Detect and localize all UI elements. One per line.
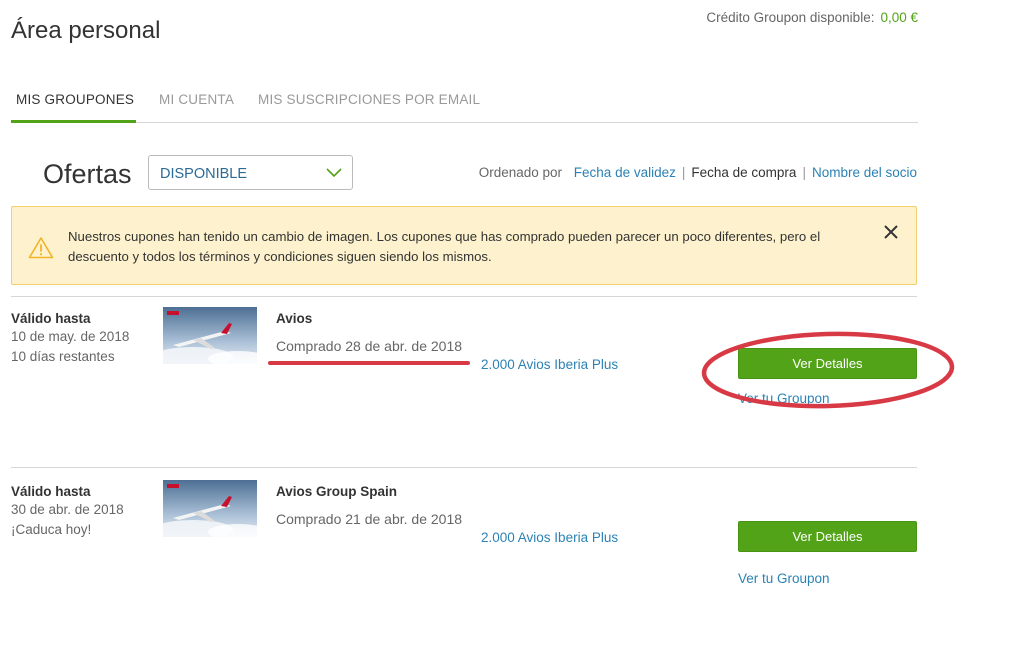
credit-label: Crédito Groupon disponible: xyxy=(706,10,875,25)
deal-thumbnail[interactable] xyxy=(163,307,257,364)
purchase-date: Comprado 21 de abr. de 2018 xyxy=(276,511,463,527)
tab-mis-groupones[interactable]: MIS GROUPONES xyxy=(16,92,134,107)
status-dropdown-value: DISPONIBLE xyxy=(160,166,248,182)
valid-until-label: Válido hasta xyxy=(11,311,91,326)
valid-until-date: 10 de may. de 2018 xyxy=(11,329,130,344)
sort-by-purchase-date[interactable]: Fecha de compra xyxy=(691,165,796,180)
deal-card: Válido hasta 30 de abr. de 2018 ¡Caduca … xyxy=(11,480,917,654)
deal-thumbnail[interactable] xyxy=(163,480,257,537)
deal-title[interactable]: Avios Group Spain xyxy=(276,484,397,499)
deal-option-link[interactable]: 2.000 Avios Iberia Plus xyxy=(481,357,618,372)
annotation-circle xyxy=(701,331,955,409)
status-dropdown[interactable]: DISPONIBLE xyxy=(148,155,353,190)
page-title: Área personal xyxy=(11,17,161,44)
sort-separator: | xyxy=(802,165,806,180)
valid-until-date: 30 de abr. de 2018 xyxy=(11,502,124,517)
sort-by-validity-link[interactable]: Fecha de validez xyxy=(574,165,676,180)
sort-label: Ordenado por xyxy=(478,165,563,180)
valid-until-label: Válido hasta xyxy=(11,484,91,499)
tab-mi-cuenta[interactable]: MI CUENTA xyxy=(159,92,234,107)
sort-controls: Ordenado por Fecha de validez | Fecha de c… xyxy=(479,165,917,180)
tab-mis-suscripciones[interactable]: MIS SUSCRIPCIONES POR EMAIL xyxy=(258,92,480,107)
alert-message: Nuestros cupones han tenido un cambio de… xyxy=(68,229,821,264)
airplane-image xyxy=(163,307,257,364)
airplane-image xyxy=(163,480,257,537)
purchase-date: Comprado 28 de abr. de 2018 xyxy=(276,338,463,354)
days-remaining: 10 días restantes xyxy=(11,349,115,364)
info-alert: Nuestros cupones han tenido un cambio de… xyxy=(11,206,917,285)
deal-title[interactable]: Avios xyxy=(276,311,312,326)
sort-separator: | xyxy=(681,165,686,180)
view-voucher-link[interactable]: Ver tu Groupon xyxy=(738,571,830,586)
warning-icon xyxy=(28,237,54,259)
sort-by-partner-link[interactable]: Nombre del socio xyxy=(812,165,917,180)
credit-balance: Crédito Groupon disponible: 0,00 € xyxy=(706,10,918,25)
offers-heading: Ofertas xyxy=(43,159,132,189)
account-tabs: MIS GROUPONES MI CUENTA MIS SUSCRIPCIONE… xyxy=(11,84,918,123)
section-divider xyxy=(11,296,917,297)
close-icon[interactable] xyxy=(882,223,900,241)
chevron-down-icon xyxy=(326,168,342,178)
view-details-button[interactable]: Ver Detalles xyxy=(738,521,917,552)
active-tab-indicator xyxy=(11,120,136,123)
deal-option-link[interactable]: 2.000 Avios Iberia Plus xyxy=(481,530,618,545)
annotation-underline xyxy=(268,361,470,365)
expires-today-note: ¡Caduca hoy! xyxy=(11,522,92,537)
credit-amount: 0,00 € xyxy=(880,10,918,25)
section-divider xyxy=(11,467,917,468)
